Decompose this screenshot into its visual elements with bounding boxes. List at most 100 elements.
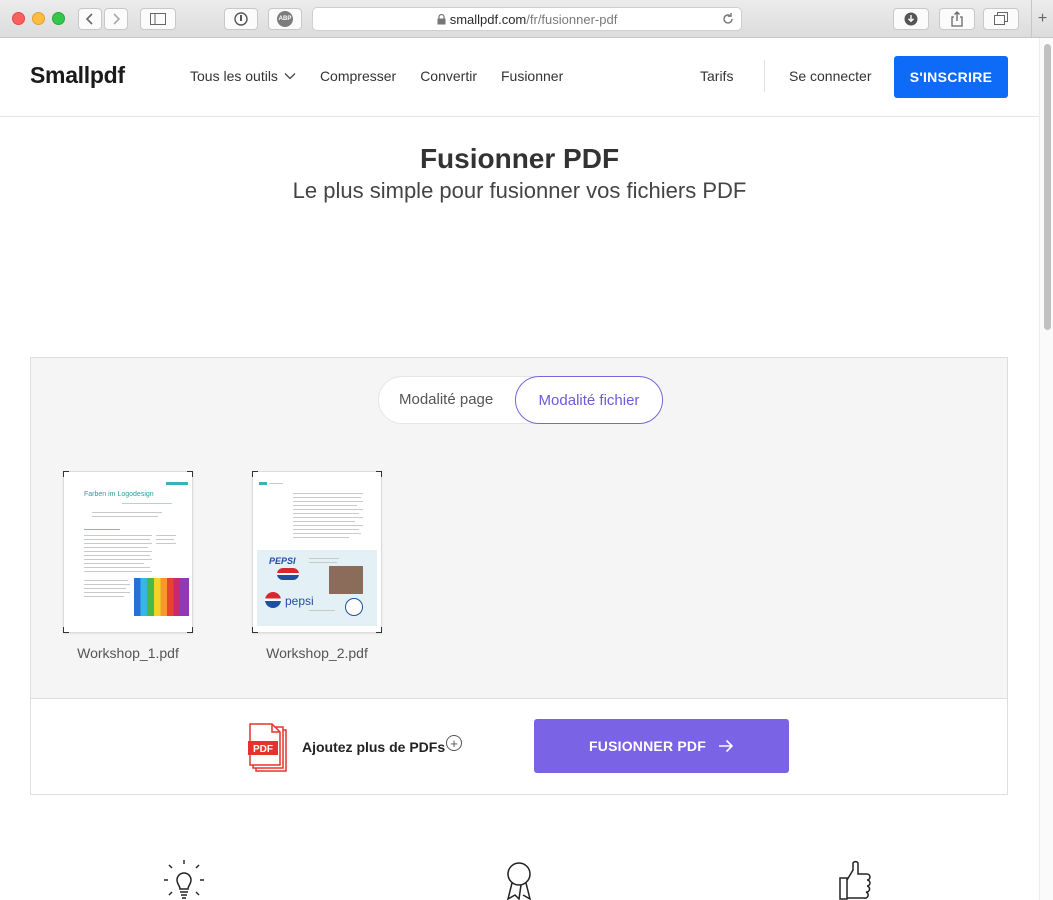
text-line (156, 543, 176, 544)
text-line (293, 517, 363, 518)
header-accent (166, 482, 188, 485)
text-line (84, 529, 120, 530)
add-more-pdfs[interactable]: PDF Ajoutez plus de PDFs (248, 721, 445, 773)
plus-icon: + (1037, 10, 1048, 27)
text-line (309, 558, 339, 559)
selection-corner (63, 471, 69, 477)
text-line (293, 513, 359, 514)
file-thumbnail-1[interactable]: Farben im Logodesign (63, 471, 193, 633)
browser-toolbar: ABP smallpdf.com/fr/fusionner-pdf + (0, 0, 1053, 38)
reload-icon[interactable] (721, 12, 735, 26)
text-line (84, 563, 144, 564)
nav-merge[interactable]: Fusionner (501, 68, 563, 84)
back-button[interactable] (78, 8, 102, 30)
pepsi-old-globe (277, 568, 299, 580)
file-thumbnail-2[interactable]: PEPSI pepsi (252, 471, 382, 633)
sidebar-icon (150, 13, 166, 25)
text-line (84, 547, 148, 548)
pepsi-old-logo: PEPSI (269, 556, 296, 566)
password-button[interactable] (224, 8, 258, 30)
downloads-button[interactable] (893, 8, 929, 30)
document-title: Farben im Logodesign (84, 491, 154, 498)
sidebar-toggle-button[interactable] (140, 8, 176, 30)
nav-compress[interactable]: Compresser (320, 68, 396, 84)
tabs-icon (994, 12, 1008, 25)
header-accent (259, 482, 267, 485)
mode-page-option[interactable]: Modalité page (399, 391, 493, 408)
mode-file-option[interactable]: Modalité fichier (515, 376, 663, 424)
text-line (84, 596, 124, 597)
photo (329, 566, 363, 594)
selection-corner (252, 627, 258, 633)
adblock-button[interactable]: ABP (268, 8, 302, 30)
scroll-thumb[interactable] (1044, 44, 1051, 330)
text-line (84, 539, 150, 540)
text-line (293, 525, 363, 526)
share-button[interactable] (939, 8, 975, 30)
page-subtitle: Le plus simple pour fusionner vos fichie… (292, 178, 747, 203)
text-line (84, 580, 128, 581)
text-line (293, 537, 349, 538)
url-domain: smallpdf.com (449, 11, 527, 27)
text-line (84, 559, 152, 560)
file-name-2: Workshop_2.pdf (266, 645, 368, 661)
share-icon (951, 11, 963, 27)
text-line (84, 588, 126, 589)
new-tab-button[interactable]: + (1031, 0, 1053, 38)
text-line (122, 503, 172, 504)
text-line (293, 529, 359, 530)
pepsi-globe (265, 592, 281, 608)
adblock-icon: ABP (277, 11, 293, 27)
text-line (156, 539, 174, 540)
pricing-link[interactable]: Tarifs (700, 68, 733, 84)
tabs-overview-button[interactable] (983, 8, 1019, 30)
site-header: Smallpdf Tous les outils Compresser Conv… (0, 38, 1039, 117)
text-line (84, 584, 130, 585)
thumbs-up-icon (839, 860, 871, 900)
text-line (293, 501, 363, 502)
selection-corner (376, 627, 382, 633)
award-ribbon-icon (506, 862, 532, 900)
nav-all-tools[interactable]: Tous les outils (190, 68, 296, 84)
selection-corner (187, 627, 193, 633)
file-name-1: Workshop_1.pdf (77, 645, 179, 661)
address-bar[interactable]: smallpdf.com/fr/fusionner-pdf (312, 7, 742, 31)
signup-button[interactable]: S'INSCRIRE (894, 56, 1008, 98)
pdf-file-icon: PDF (248, 723, 287, 772)
logo[interactable]: Smallpdf (30, 62, 125, 89)
forward-button[interactable] (104, 8, 128, 30)
text-line (84, 535, 152, 536)
pepsi-wordmark: pepsi (285, 594, 314, 608)
chevron-left-icon (85, 13, 93, 25)
text-line (269, 483, 283, 484)
download-icon (904, 12, 918, 26)
text-line (84, 567, 150, 568)
page-scrollbar[interactable] (1039, 38, 1053, 900)
merge-pdf-button[interactable]: FUSIONNER PDF (534, 719, 789, 773)
selection-corner (376, 471, 382, 477)
selection-corner (187, 471, 193, 477)
minimize-window-button[interactable] (32, 12, 45, 25)
text-line (156, 535, 176, 536)
add-circle-icon[interactable]: + (446, 735, 462, 751)
header-divider (764, 60, 765, 92)
main-nav: Tous les outils Compresser Convertir Fus… (190, 68, 563, 84)
adblock-label: ABP (278, 16, 292, 22)
login-link[interactable]: Se connecter (789, 68, 872, 84)
nav-convert[interactable]: Convertir (420, 68, 477, 84)
lock-icon (437, 13, 446, 24)
pdf-icon-label: PDF (253, 744, 273, 755)
text-line (293, 521, 355, 522)
logo-comparison-image: PEPSI pepsi (257, 550, 377, 626)
url-path: /fr/fusionner-pdf (526, 11, 618, 27)
zoom-window-button[interactable] (52, 12, 65, 25)
merge-tool-panel: Modalité page Modalité fichier Farben im… (30, 357, 1008, 795)
close-window-button[interactable] (12, 12, 25, 25)
text-line (84, 543, 152, 544)
pepsi-circle (345, 598, 363, 616)
text-line (92, 512, 162, 513)
text-line (309, 562, 337, 563)
text-line (84, 555, 150, 556)
nav-all-tools-label: Tous les outils (190, 68, 278, 84)
text-line (84, 592, 130, 593)
